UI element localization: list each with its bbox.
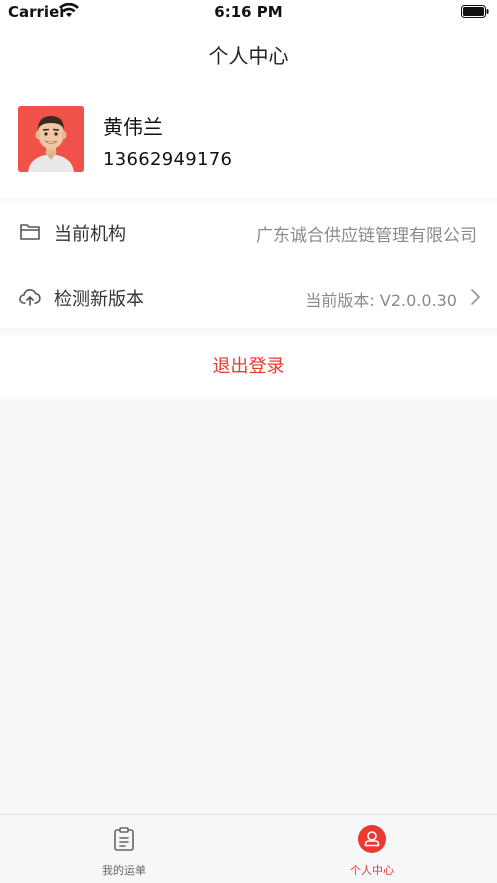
current-organization-row[interactable]: 当前机构 广东诚合供应链管理有限公司 [0, 201, 497, 263]
current-version-value: 当前版本: V2.0.0.30 [305, 291, 457, 310]
page-title: 个人中心 [208, 44, 289, 68]
tab-bar: 我的运单 个人中心 [0, 814, 497, 883]
logout-card: 退出登录 [0, 335, 497, 399]
clipboard-icon [114, 827, 134, 851]
cloud-upload-icon [19, 289, 41, 306]
battery-icon [461, 5, 489, 18]
check-version-row[interactable]: 检测新版本 当前版本: V2.0.0.30 [0, 266, 497, 328]
logout-button[interactable]: 退出登录 [0, 335, 497, 399]
check-version-label: 检测新版本 [54, 289, 144, 310]
user-icon [358, 825, 386, 853]
tab-my-waybills[interactable]: 我的运单 [0, 815, 248, 883]
avatar-image [18, 106, 84, 172]
navigation-bar: 个人中心 [0, 24, 497, 82]
tab-personal-center-label: 个人中心 [350, 864, 394, 877]
chevron-right-icon [471, 289, 480, 305]
profile-card[interactable]: 黄伟兰 13662949176 [0, 82, 497, 198]
clock: 6:16 PM [214, 3, 283, 21]
user-phone: 13662949176 [103, 149, 233, 170]
user-name: 黄伟兰 [103, 115, 163, 139]
status-bar: Carrier 6:16 PM [0, 0, 497, 24]
avatar[interactable] [18, 106, 84, 172]
tab-personal-center[interactable]: 个人中心 [248, 815, 496, 883]
info-card: 当前机构 广东诚合供应链管理有限公司 检测新版本 当前版本: V2.0.0.30 [0, 201, 497, 328]
current-organization-value: 广东诚合供应链管理有限公司 [256, 226, 477, 246]
tab-my-waybills-label: 我的运单 [102, 864, 146, 877]
folder-icon [20, 224, 40, 240]
current-organization-label: 当前机构 [54, 224, 126, 245]
